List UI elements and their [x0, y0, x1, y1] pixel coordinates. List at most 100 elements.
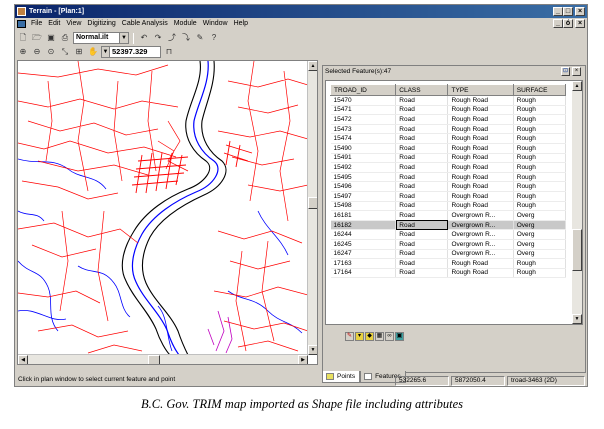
cell-type[interactable]: Rough Road [447, 95, 514, 106]
scroll-down-icon[interactable]: ▼ [572, 314, 582, 324]
cell-surface[interactable]: Rough [513, 172, 567, 183]
zoom-extents-icon[interactable]: ⊞ [73, 46, 85, 58]
table-row[interactable]: 17164 Road Rough Road Rough [330, 268, 567, 279]
cell-type[interactable]: Rough Road [447, 133, 514, 144]
scroll-up-icon[interactable]: ▲ [572, 81, 582, 91]
cell-surface[interactable]: Rough [513, 143, 567, 154]
map-horizontal-scrollbar[interactable]: ◀ ▶ [18, 354, 308, 364]
cell-class[interactable]: Road [395, 268, 449, 279]
cell-surface[interactable]: Overg [513, 239, 567, 250]
table-row[interactable]: 16244 Road Overgrown R... Overg [330, 229, 567, 240]
column-header-class[interactable]: CLASS [395, 84, 449, 96]
undo-icon[interactable]: ↶ [138, 32, 150, 44]
map-vertical-scrollbar[interactable]: ▲ ▼ [307, 61, 317, 355]
child-minimize-button[interactable]: _ [553, 19, 563, 28]
cell-class[interactable]: Road [395, 181, 449, 192]
table-row[interactable]: 15470 Road Rough Road Rough [330, 95, 567, 106]
cell-troad-id[interactable]: 16182 [330, 220, 397, 231]
cell-surface[interactable]: Rough [513, 258, 567, 269]
pencil-icon[interactable]: ✎ [194, 32, 206, 44]
cell-type[interactable]: Overgrown R... [447, 239, 514, 250]
maximize-button[interactable]: □ [563, 7, 573, 16]
cell-surface[interactable]: Overg [513, 210, 567, 221]
table-row[interactable]: 15497 Road Rough Road Rough [330, 191, 567, 202]
cell-troad-id[interactable]: 15490 [330, 143, 397, 154]
close-button[interactable]: × [575, 7, 585, 16]
cell-troad-id[interactable]: 15491 [330, 153, 397, 164]
table-row[interactable]: 15471 Road Rough Road Rough [330, 105, 567, 116]
cell-type[interactable]: Rough Road [447, 201, 514, 212]
menu-view[interactable]: View [66, 18, 81, 30]
pan-icon[interactable]: ✋ [87, 46, 99, 58]
grid-vertical-scrollbar[interactable]: ▲ ▼ [572, 81, 582, 324]
cell-type[interactable]: Rough Road [447, 105, 514, 116]
cell-troad-id[interactable]: 17164 [330, 268, 397, 279]
cell-troad-id[interactable]: 17163 [330, 258, 397, 269]
menu-file[interactable]: File [31, 18, 42, 30]
map-canvas[interactable] [18, 61, 308, 355]
chevron-down-icon[interactable]: ▼ [119, 33, 128, 43]
menu-window[interactable]: Window [203, 18, 228, 30]
table-row[interactable]: 15491 Road Rough Road Rough [330, 153, 567, 164]
cell-class[interactable]: Road [395, 143, 449, 154]
cell-type[interactable]: Rough Road [447, 181, 514, 192]
scroll-right-icon[interactable]: ▶ [298, 355, 308, 364]
cell-surface[interactable]: Overg [513, 220, 567, 231]
cell-troad-id[interactable]: 15495 [330, 172, 397, 183]
cell-type[interactable]: Rough Road [447, 153, 514, 164]
cell-class[interactable]: Road [395, 258, 449, 269]
cell-surface[interactable]: Overg [513, 249, 567, 260]
cell-type[interactable]: Overgrown R... [447, 229, 514, 240]
filter-icon[interactable]: ▾ [355, 332, 364, 341]
cell-surface[interactable]: Rough [513, 153, 567, 164]
edit-icon[interactable]: ✎ [345, 332, 354, 341]
cell-surface[interactable]: Overg [513, 229, 567, 240]
help-icon[interactable]: ? [208, 32, 220, 44]
cell-class[interactable]: Road [395, 210, 449, 221]
table-row[interactable]: 15498 Road Rough Road Rough [330, 201, 567, 212]
minimize-button[interactable]: _ [553, 7, 563, 16]
cell-type[interactable]: Overgrown R... [447, 220, 514, 231]
zoom-previous-icon[interactable]: ⤡ [59, 46, 71, 58]
document-icon[interactable] [17, 20, 26, 28]
cell-troad-id[interactable]: 15496 [330, 181, 397, 192]
cell-troad-id[interactable]: 15492 [330, 162, 397, 173]
table-row[interactable]: 15474 Road Rough Road Rough [330, 133, 567, 144]
child-close-button[interactable]: × [575, 19, 585, 28]
cell-type[interactable]: Rough Road [447, 191, 514, 202]
cell-type[interactable]: Rough Road [447, 268, 514, 279]
cell-type[interactable]: Overgrown R... [447, 210, 514, 221]
table-row[interactable]: 15473 Road Rough Road Rough [330, 124, 567, 135]
menu-module[interactable]: Module [174, 18, 197, 30]
scroll-thumb[interactable] [148, 355, 160, 364]
redo-icon[interactable]: ↷ [152, 32, 164, 44]
style-select[interactable]: Normal.ilt ▼ [73, 32, 129, 44]
cell-type[interactable]: Rough Road [447, 124, 514, 135]
table-row[interactable]: 15490 Road Rough Road Rough [330, 143, 567, 154]
cell-troad-id[interactable]: 15470 [330, 95, 397, 106]
cell-troad-id[interactable]: 15472 [330, 114, 397, 125]
cell-surface[interactable]: Rough [513, 181, 567, 192]
lock-icon[interactable]: ⊓ [163, 46, 175, 58]
cell-class[interactable]: Road [395, 105, 449, 116]
table-row[interactable]: 16245 Road Overgrown R... Overg [330, 239, 567, 250]
cell-class[interactable]: Road [395, 239, 449, 250]
select-icon[interactable]: ◆ [365, 332, 374, 341]
cell-class[interactable]: Road [395, 124, 449, 135]
cell-class[interactable]: Road [395, 162, 449, 173]
chevron-down-icon[interactable]: ▼ [102, 47, 110, 57]
cell-surface[interactable]: Rough [513, 201, 567, 212]
cell-troad-id[interactable]: 15471 [330, 105, 397, 116]
binoculars-icon[interactable]: ∞ [385, 332, 394, 341]
cell-surface[interactable]: Rough [513, 133, 567, 144]
digitize-icon[interactable]: ⤴ [166, 32, 178, 44]
cell-class[interactable]: Road [395, 229, 449, 240]
table-row[interactable]: 15496 Road Rough Road Rough [330, 181, 567, 192]
cell-class[interactable]: Road [395, 201, 449, 212]
menu-cable-analysis[interactable]: Cable Analysis [122, 18, 168, 30]
cell-type[interactable]: Rough Road [447, 143, 514, 154]
panel-close-icon[interactable]: × [572, 67, 581, 76]
cell-type[interactable]: Rough Road [447, 172, 514, 183]
cell-class[interactable]: Road [395, 220, 449, 231]
scroll-down-icon[interactable]: ▼ [308, 345, 317, 355]
